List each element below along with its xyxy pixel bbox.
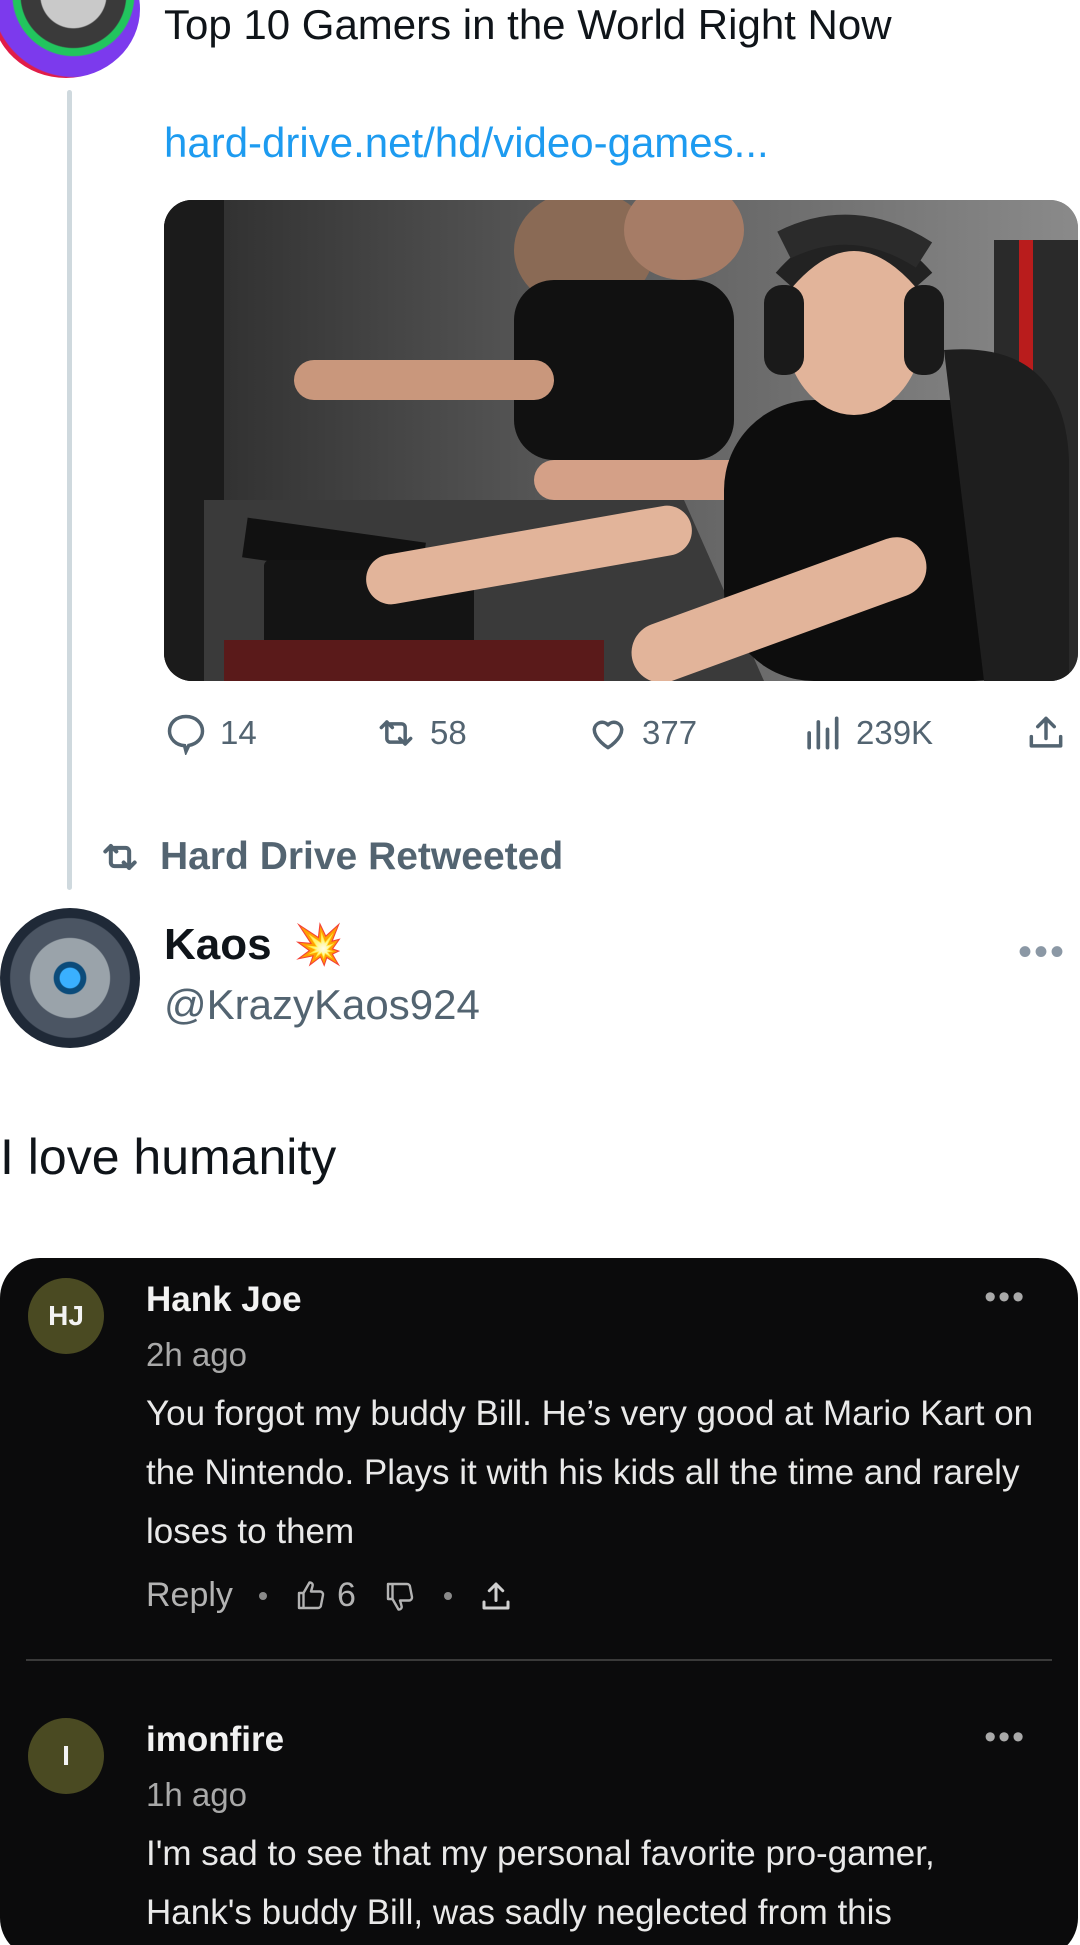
tweet-action-bar: 14 58 377 239K — [164, 705, 1078, 761]
kaos-avatar[interactable] — [0, 908, 140, 1048]
separator-dot — [258, 1591, 267, 1600]
view-count: 239K — [856, 714, 934, 751]
more-options-icon[interactable]: ••• — [1018, 930, 1066, 975]
avatar[interactable]: I — [28, 1718, 104, 1794]
retweet-banner[interactable]: Hard Drive Retweeted — [98, 832, 563, 882]
upvote-count: 6 — [336, 1576, 356, 1614]
retweet-count: 58 — [430, 714, 467, 751]
share-upload-icon[interactable] — [478, 1578, 514, 1614]
heart-icon — [592, 720, 624, 750]
thumbs-down-icon[interactable] — [382, 1578, 418, 1614]
comment-body: I'm sad to see that my personal favorite… — [146, 1834, 935, 1932]
views-button[interactable]: 239K — [800, 705, 933, 761]
comment-author[interactable]: Hank Joe — [146, 1280, 302, 1320]
retweet-arrows-icon — [103, 843, 137, 871]
separator-dot — [443, 1591, 452, 1600]
upvote-button[interactable]: 6 — [293, 1576, 356, 1615]
comment-author[interactable]: imonfire — [146, 1720, 284, 1760]
link-card-title[interactable]: Top 10 Gamers in the World Right Now — [164, 0, 892, 50]
thumbs-up-icon — [297, 1580, 325, 1609]
comment-divider — [26, 1659, 1052, 1661]
gamers-photo — [164, 200, 1078, 681]
display-name-text: Kaos — [164, 920, 272, 969]
bar-chart-icon — [807, 716, 839, 750]
more-options-icon[interactable]: ••• — [984, 1718, 1026, 1757]
share-button[interactable] — [1024, 705, 1068, 761]
tweet-text: I love humanity — [0, 1129, 337, 1185]
like-count: 377 — [642, 714, 698, 751]
author-avatar[interactable] — [0, 0, 140, 78]
more-options-icon[interactable]: ••• — [984, 1278, 1026, 1317]
retweet-button[interactable]: 58 — [374, 705, 467, 761]
collision-emoji-icon: 💥 — [293, 923, 344, 967]
link-preview-image[interactable] — [164, 200, 1078, 681]
comment-time: 1h ago — [146, 1776, 247, 1813]
comments-screenshot-card: HJ Hank Joe 2h ago ••• You forgot my bud… — [0, 1258, 1078, 1945]
reply-button[interactable]: 14 — [164, 705, 257, 761]
retweet-banner-text: Hard Drive Retweeted — [160, 835, 564, 878]
display-name[interactable]: Kaos 💥 — [164, 918, 343, 972]
reply-count: 14 — [220, 714, 257, 751]
reply-link[interactable]: Reply — [146, 1576, 233, 1615]
thread-line — [67, 90, 72, 890]
retweet-arrows-icon — [379, 720, 413, 746]
speech-bubble-icon — [167, 714, 205, 755]
comment-time: 2h ago — [146, 1336, 247, 1373]
user-handle[interactable]: @KrazyKaos924 — [164, 978, 480, 1032]
like-button[interactable]: 377 — [586, 705, 697, 761]
link-url[interactable]: hard-drive.net/hd/video-games... — [164, 118, 769, 168]
avatar[interactable]: HJ — [28, 1278, 104, 1354]
share-upload-icon — [1029, 716, 1063, 748]
comment-body: You forgot my buddy Bill. He’s very good… — [146, 1394, 1034, 1551]
comment-actions: Reply 6 — [146, 1576, 514, 1615]
